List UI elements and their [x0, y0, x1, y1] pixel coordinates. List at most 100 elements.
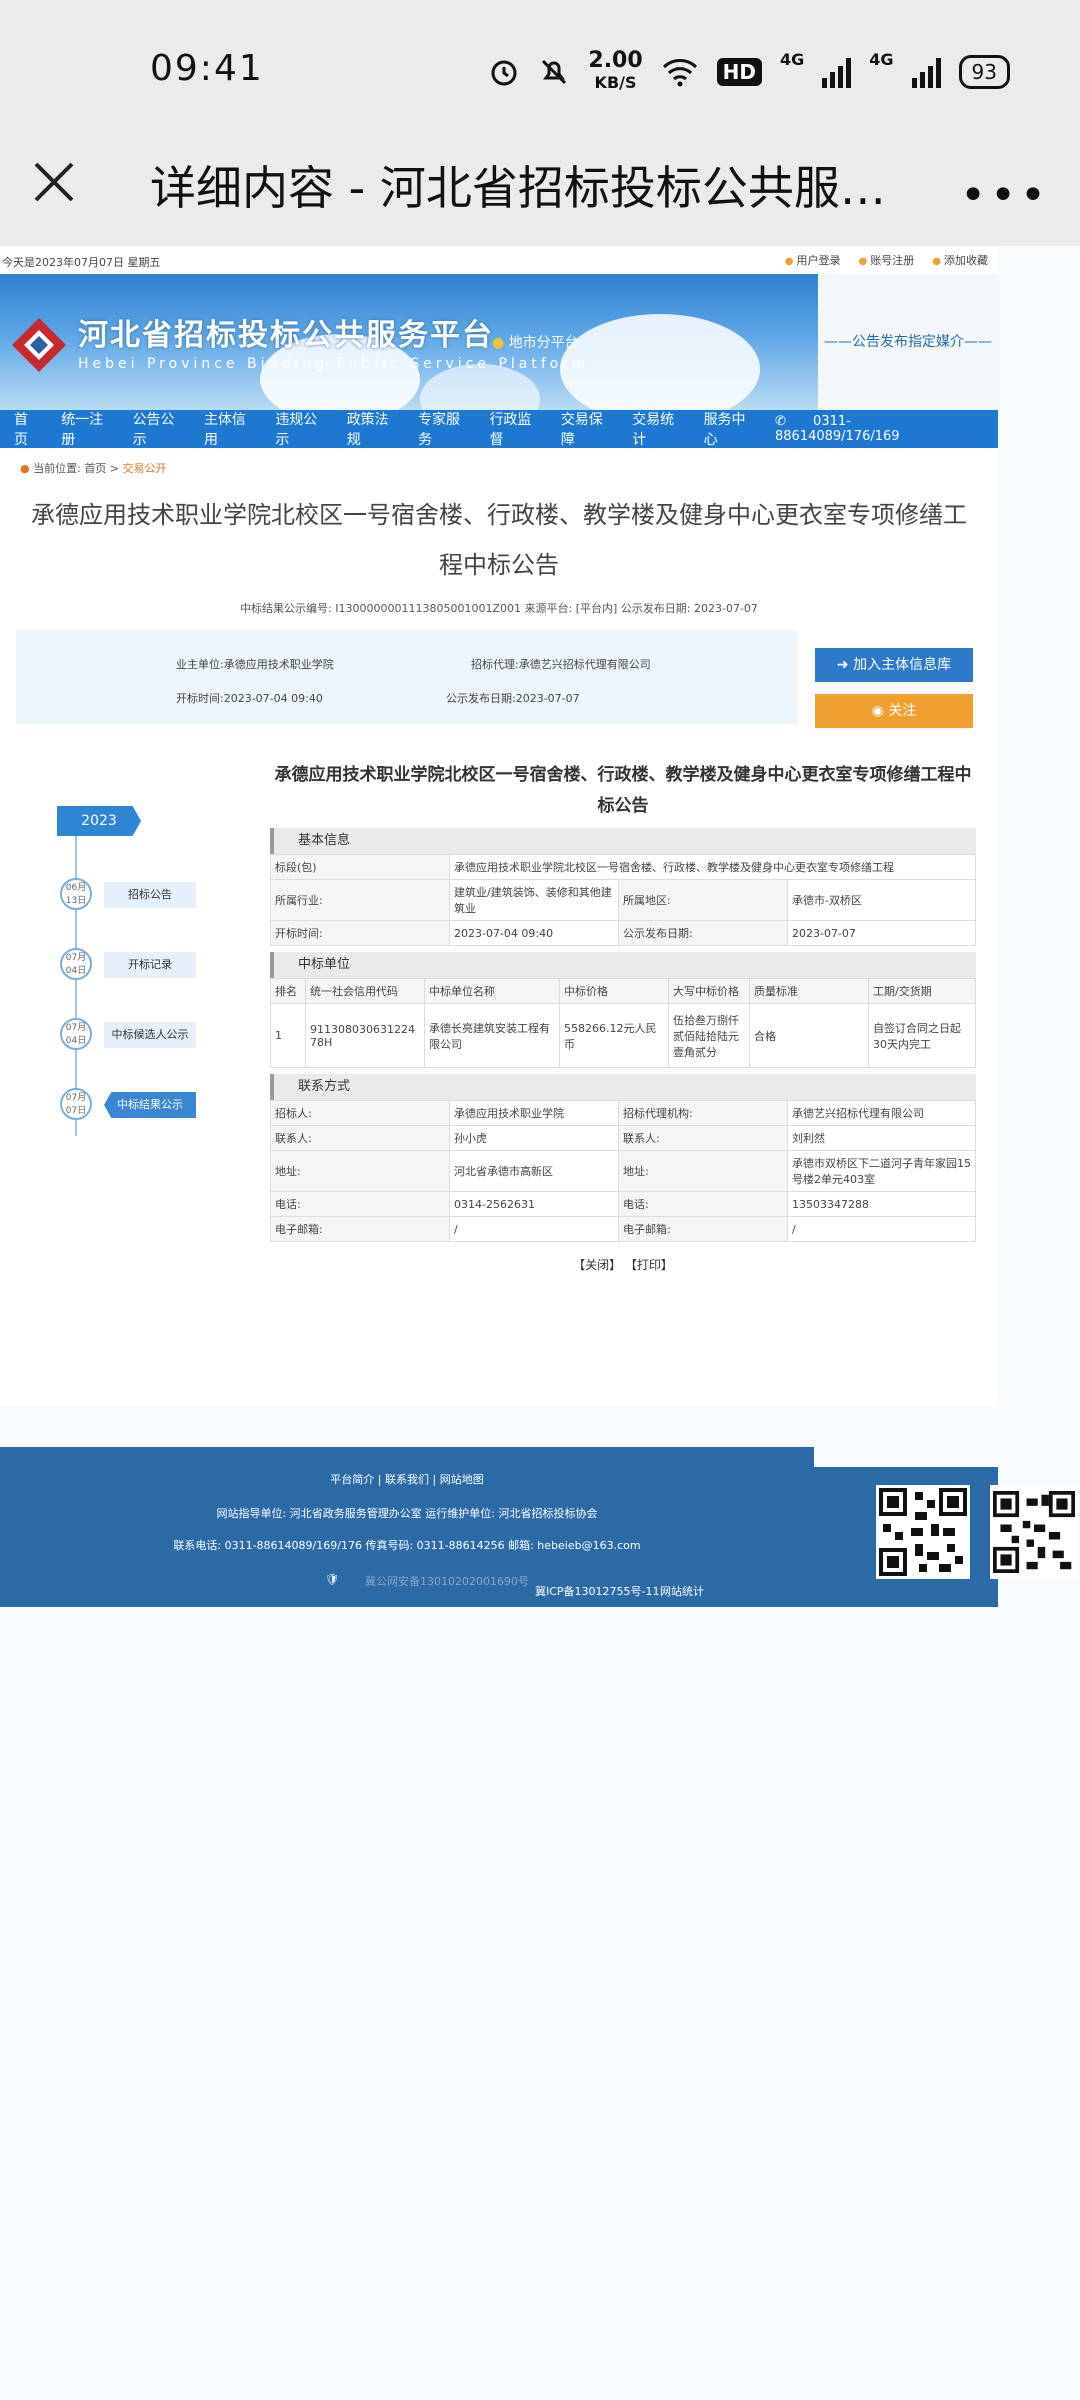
table-row: 开标时间: 2023-07-04 09:40 公示发布日期: 2023-07-0… — [270, 920, 976, 946]
nav-experts[interactable]: 专家服务 — [418, 409, 466, 449]
hotline: ✆ 0311-88614089/176/169 — [775, 414, 968, 444]
agent-value: 承德艺兴招标代理有限公司 — [518, 658, 651, 671]
status-icons: 2.00 KB/S HD 4G 4G 93 — [488, 50, 1010, 94]
add-button-label: 加入主体信息库 — [853, 657, 952, 673]
signal-1-icon — [822, 56, 852, 88]
contact-table: 招标人: 承德应用技术职业学院 招标代理机构: 承德艺兴招标代理有限公司 联系人: 孙小… — [270, 1100, 976, 1242]
owner-label: 业主单位: — [176, 658, 224, 671]
cell-label: 所属行业: — [270, 879, 450, 921]
footer-record: 冀公网安备13010202001690号 — [365, 1575, 529, 1588]
cell-credit-code: 91130803063122478H — [305, 1003, 425, 1068]
detail-heading: 承德应用技术职业学院北校区一号宿舍楼、行政楼、教学楼及健身中心更衣室专项修缮工程… — [274, 765, 972, 816]
nav-service[interactable]: 服务中心 — [704, 409, 752, 449]
column-header: 统一社会信用代码 — [305, 978, 425, 1004]
cell-price: 558266.12元人民币 — [559, 1003, 669, 1068]
column-header: 质量标准 — [749, 978, 869, 1004]
publish-row: 公示发布日期:2023-07-07 — [446, 690, 580, 706]
cell-price-words: 伍拾叁万捌仟贰佰陆拾陆元壹角贰分 — [668, 1003, 750, 1068]
cell-rank: 1 — [270, 1003, 306, 1068]
status-bar: 09:41 2.00 KB/S HD 4G 4G 93 — [0, 0, 1080, 140]
qr-code-2 — [990, 1485, 1078, 1579]
cell-label: 标段(包) — [270, 854, 450, 880]
follow-button[interactable]: ◉ 关注 — [815, 694, 973, 728]
battery-icon: 93 — [958, 55, 1010, 89]
publish-label: 公示发布日期: — [446, 692, 516, 705]
breadcrumb: ● 当前位置: 首页 > 交易公开 — [0, 448, 998, 480]
city-platform-link[interactable]: ● 地市分平台 — [492, 332, 579, 352]
site-footer: 平台简介 | 联系我们 | 网站地图 网站指导单位: 河北省政务服务管理办公室 … — [0, 1447, 998, 1607]
cell-value: 承德市-双桥区 — [787, 879, 976, 921]
follow-button-label: 关注 — [888, 703, 917, 719]
nav-security[interactable]: 交易保障 — [561, 409, 609, 449]
column-header: 工期/交货期 — [868, 978, 976, 1004]
close-icon[interactable] — [30, 158, 78, 206]
table-row: 招标人: 承德应用技术职业学院 招标代理机构: 承德艺兴招标代理有限公司 — [270, 1100, 976, 1126]
nav-announcements[interactable]: 公告公示 — [133, 409, 181, 449]
qr-code-1 — [876, 1485, 970, 1579]
signal-1-label: 4G — [780, 50, 805, 69]
signal-2-label: 4G — [869, 50, 894, 69]
timeline-item-opening[interactable]: 开标记录 — [104, 952, 196, 978]
nav-credit[interactable]: 主体信用 — [204, 409, 252, 449]
today-date: 今天是2023年07月07日 星期五 — [2, 256, 161, 269]
footer-links[interactable]: 平台简介 | 联系我们 | 网站地图 — [0, 1471, 814, 1487]
nav-statistics[interactable]: 交易统计 — [632, 409, 680, 449]
top-info-bar: 今天是2023年07月07日 星期五 用户登录 账号注册 添加收藏 — [0, 246, 998, 274]
hotline-number: 0311-88614089/176/169 — [775, 414, 900, 444]
close-button[interactable]: 【关闭】 — [573, 1258, 621, 1272]
site-banner: 河北省招标投标公共服务平台 Hebei Province Bidding Pub… — [0, 274, 998, 410]
nav-register[interactable]: 统一注册 — [61, 409, 109, 449]
contact-header: 联系方式 — [270, 1074, 976, 1100]
table-row: 1 91130803063122478H 承德长亮建筑安装工程有限公司 5582… — [270, 1003, 976, 1068]
open-time-row: 开标时间:2023-07-04 09:40 — [176, 690, 323, 706]
cell-value: 2023-07-04 09:40 — [449, 920, 619, 946]
table-row: 地址: 河北省承德市高新区 地址: 承德市双桥区下二道河子青年家园15号楼2单元403… — [270, 1150, 976, 1192]
more-menu-button[interactable]: ••• — [960, 170, 1050, 221]
footer-stats[interactable]: 网站统计 — [660, 1583, 704, 1599]
breadcrumb-current[interactable]: 交易公开 — [123, 462, 167, 475]
column-header: 中标单位名称 — [424, 978, 560, 1004]
signal-2-icon — [911, 56, 941, 88]
breadcrumb-label: 当前位置: — [33, 462, 81, 475]
footer-icp[interactable]: 冀ICP备13012755号-11 — [535, 1583, 660, 1599]
wifi-icon — [662, 59, 697, 87]
winner-header: 中标单位 — [270, 952, 976, 978]
slogan: ——公告发布指定媒介—— — [818, 274, 998, 410]
print-button[interactable]: 【打印】 — [625, 1258, 673, 1272]
nav-home[interactable]: 首页 — [14, 409, 38, 449]
web-page: 今天是2023年07月07日 星期五 用户登录 账号注册 添加收藏 河北省招标投… — [0, 246, 998, 1406]
timeline-date-2: 07月 04日 — [60, 948, 92, 980]
hd-badge: HD — [716, 58, 763, 86]
register-link[interactable]: 账号注册 — [859, 252, 914, 268]
cell-duration: 自签订合同之日起30天内完工 — [868, 1003, 976, 1068]
cell-winner-name: 承德长亮建筑安装工程有限公司 — [424, 1003, 560, 1068]
timeline-item-result[interactable]: 中标结果公示 — [104, 1092, 196, 1118]
basic-info-table: 标段(包) 承德应用技术职业学院北校区一号宿舍楼、行政楼、教学楼及健身中心更衣室… — [270, 854, 976, 946]
timeline-item-tender[interactable]: 招标公告 — [104, 882, 196, 908]
table-row: 电子邮箱: / 电子邮箱: / — [270, 1216, 976, 1242]
browser-title-bar: 详细内容 - 河北省招标投标公共服务... ••• — [0, 140, 1080, 246]
nav-supervision[interactable]: 行政监督 — [489, 409, 537, 449]
nav-violations[interactable]: 违规公示 — [275, 409, 323, 449]
agent-row: 招标代理:承德艺兴招标代理有限公司 — [471, 656, 651, 672]
login-link[interactable]: 用户登录 — [785, 252, 841, 268]
detail-actions: 【关闭】 【打印】 — [270, 1256, 976, 1273]
announcement-title: 承德应用技术职业学院北校区一号宿舍楼、行政楼、教学楼及健身中心更衣室专项修缮工程… — [31, 501, 967, 579]
add-to-library-button[interactable]: ➜ 加入主体信息库 — [815, 648, 973, 682]
agent-label: 招标代理: — [471, 658, 519, 671]
timeline-date-1: 06月 13日 — [60, 878, 92, 910]
cell-label: 所属地区: — [618, 879, 788, 921]
table-row: 所属行业: 建筑业/建筑装饰、装修和其他建筑业 所属地区: 承德市-双桥区 — [270, 879, 976, 921]
favorite-link[interactable]: 添加收藏 — [932, 252, 988, 268]
owner-row: 业主单位:承德应用技术职业学院 — [176, 656, 334, 672]
net-speed: 2.00 KB/S — [588, 50, 642, 94]
timeline-item-candidates[interactable]: 中标候选人公示 — [104, 1022, 196, 1048]
column-header: 大写中标价格 — [668, 978, 750, 1004]
phone-icon: ✆ — [775, 414, 786, 429]
publish-value: 2023-07-07 — [515, 692, 580, 705]
nav-policy[interactable]: 政策法规 — [347, 409, 395, 449]
open-time-label: 开标时间: — [176, 692, 224, 705]
city-platform-label: 地市分平台 — [508, 335, 579, 351]
breadcrumb-home[interactable]: 首页 > — [84, 462, 119, 475]
alarm-icon — [491, 60, 517, 86]
